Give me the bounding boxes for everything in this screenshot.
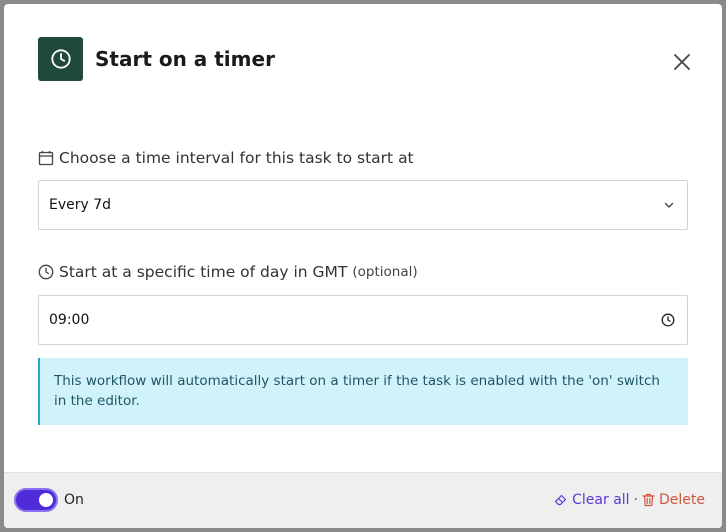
clock-icon (38, 264, 54, 280)
close-icon (674, 54, 690, 70)
info-text: This workflow will automatically start o… (54, 373, 660, 409)
eraser-icon (555, 494, 567, 506)
interval-value: Every 7d (49, 197, 112, 213)
time-input[interactable]: 09:00 (38, 295, 688, 345)
delete-button[interactable]: Delete (642, 491, 705, 509)
timer-modal: Start on a timer Choose a time interval … (4, 4, 722, 528)
clock-icon (38, 37, 83, 81)
info-alert: This workflow will automatically start o… (38, 358, 688, 425)
footer-actions: Clear all · Delete (554, 491, 705, 509)
toggle-label: On (64, 492, 84, 508)
action-separator: · (633, 492, 638, 508)
time-of-day-label-text: Start at a specific time of day in GMT (59, 263, 348, 281)
close-button[interactable] (670, 50, 694, 74)
clock-icon[interactable] (661, 313, 675, 327)
time-of-day-label: Start at a specific time of day in GMT (… (38, 262, 418, 282)
calendar-icon (38, 151, 54, 166)
modal-header: Start on a timer (4, 4, 722, 114)
interval-label: Choose a time interval for this task to … (38, 148, 414, 168)
interval-select[interactable]: Every 7d (38, 180, 688, 230)
trash-icon (642, 493, 655, 507)
clear-all-button[interactable]: Clear all (554, 491, 630, 509)
toggle-knob (39, 493, 53, 507)
delete-label: Delete (659, 492, 705, 508)
interval-label-text: Choose a time interval for this task to … (59, 149, 414, 167)
clear-all-label: Clear all (572, 492, 630, 508)
chevron-down-icon (664, 202, 674, 208)
modal-footer: On Clear all · Delete (4, 472, 722, 528)
time-value: 09:00 (49, 312, 90, 328)
enable-toggle[interactable] (14, 488, 58, 512)
modal-title: Start on a timer (95, 47, 275, 71)
optional-tag: (optional) (352, 264, 418, 280)
